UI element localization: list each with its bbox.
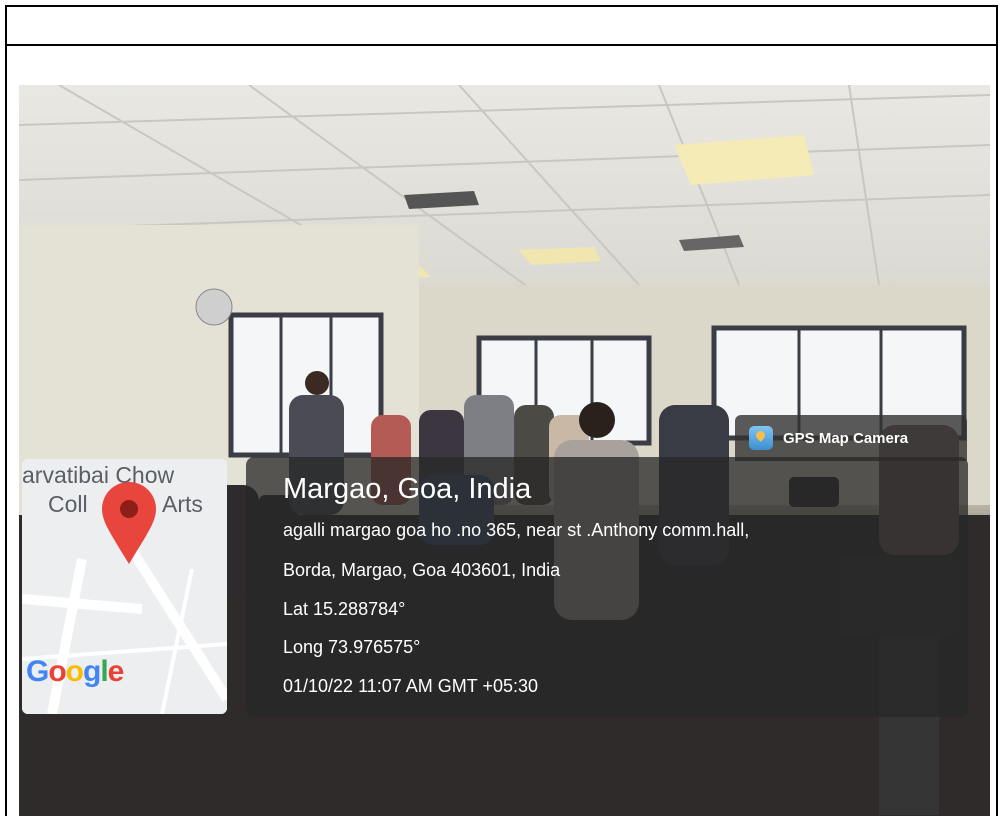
map-pin-icon (102, 482, 156, 564)
address-line-1: agalli margao goa ho .no 365, near st .A… (283, 520, 750, 540)
location-mini-map: arvatibai Chow Coll Arts Google (22, 459, 227, 714)
gps-map-camera-icon (749, 426, 773, 450)
timestamp-text: 01/10/22 11:07 AM GMT +05:30 (283, 676, 539, 696)
map-place-label: Arts (162, 491, 203, 517)
gps-app-badge: GPS Map Camera (735, 415, 967, 461)
longitude-text: Long 73.976575° (283, 637, 421, 657)
latitude-text: Lat 15.288784° (283, 599, 406, 619)
map-place-label: Coll (48, 491, 88, 517)
location-title: Margao, Goa, India (283, 473, 532, 505)
header-divider (5, 44, 998, 46)
google-logo: Google (26, 655, 124, 688)
address-line-2: Borda, Margao, Goa 403601, India (283, 560, 561, 580)
gps-app-label: GPS Map Camera (783, 429, 909, 447)
